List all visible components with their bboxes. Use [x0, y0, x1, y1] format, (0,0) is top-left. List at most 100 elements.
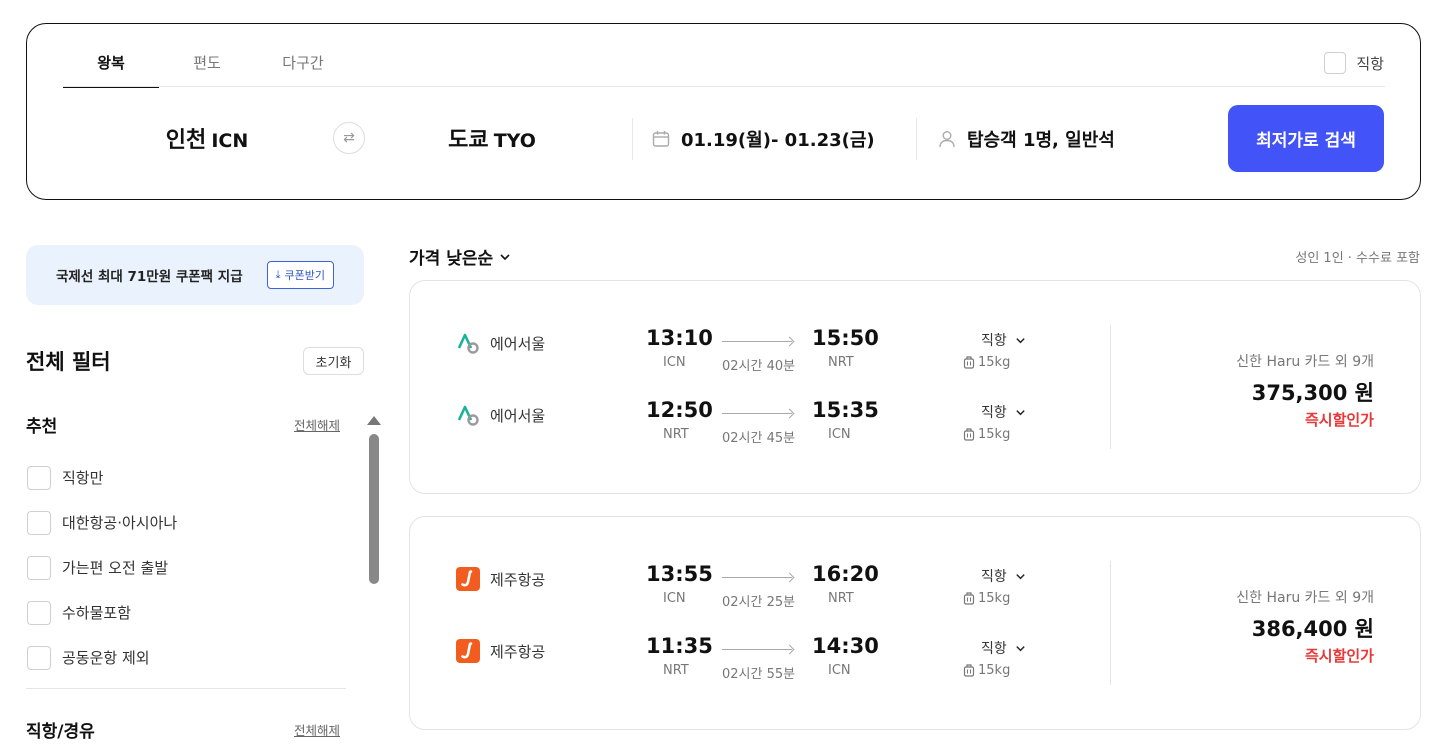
jejuair-logo-icon: [456, 567, 480, 591]
airseoul-logo-icon: [457, 405, 479, 426]
airline-name: 에어서울: [490, 406, 546, 425]
filter-label: 공동운항 제외: [62, 649, 150, 667]
section-title-stops: 직항/경유: [26, 722, 95, 742]
flight-duration: 02시간 55분: [722, 667, 796, 682]
origin-code: ICN: [211, 130, 249, 152]
arrival-airport: ICN: [828, 427, 851, 442]
arrival-airport: ICN: [828, 663, 851, 678]
tabs-divider: [63, 86, 1385, 87]
chevron-down-icon: [1016, 337, 1025, 343]
outbound-leg: 제주항공 13:55 ICN 02시간 25분 16:20 NRT 직항 15k…: [410, 562, 1110, 617]
section-title-recommended: 추천: [26, 417, 58, 437]
return-leg: 에어서울 12:50 NRT 02시간 45분 15:35 ICN 직항 15k…: [410, 398, 1110, 453]
sort-dropdown[interactable]: 가격 낮은순: [409, 244, 511, 269]
chevron-down-icon: [500, 253, 510, 260]
filter-checkbox[interactable]: [27, 465, 51, 490]
baggage-allowance: 15kg: [978, 355, 1011, 370]
divider: [916, 118, 917, 160]
date-range: 01.19(월)- 01.23(금): [681, 130, 875, 151]
filter-label: 직항만: [62, 469, 104, 487]
airline-info: 제주항공: [456, 639, 545, 663]
flight-card[interactable]: 제주항공 13:55 ICN 02시간 25분 16:20 NRT 직항 15k…: [409, 516, 1421, 730]
filter-checkbox[interactable]: [27, 555, 51, 580]
sidebar-scrollbar-thumb[interactable]: [369, 434, 379, 584]
flight-arrow-icon: [722, 413, 792, 414]
swap-route-button[interactable]: ⇄: [333, 122, 365, 154]
coupon-button-label: 쿠폰받기: [284, 269, 325, 282]
coupon-text: 국제선 최대 71만원 쿠폰팩 지급: [56, 269, 243, 285]
destination-field[interactable]: 도쿄 TYO: [412, 122, 572, 154]
filter-checkbox[interactable]: [27, 510, 51, 535]
baggage-allowance: 15kg: [978, 663, 1011, 678]
filter-baggage-included[interactable]: 수하물포함: [27, 590, 177, 635]
flight-arrow-icon: [722, 577, 792, 578]
card-divider: [1110, 325, 1111, 449]
direct-flight-toggle[interactable]: 직항: [981, 402, 1026, 422]
card-promo: 신한 Haru 카드 외 9개: [1236, 354, 1374, 370]
chevron-down-icon: [1016, 409, 1025, 415]
search-button[interactable]: 최저가로 검색: [1228, 105, 1384, 172]
departure-time: 13:55: [646, 562, 713, 586]
filter-morning-departure[interactable]: 가는편 오전 출발: [27, 545, 177, 590]
departure-time: 12:50: [646, 398, 713, 422]
date-field[interactable]: 01.19(월)- 01.23(금): [651, 126, 875, 152]
search-panel: 왕복 편도 다구간 직항 인천 ICN ⇄ 도쿄 TYO 01.19(월)- 0…: [26, 23, 1421, 200]
flight-arrow-icon: [722, 649, 792, 650]
baggage-allowance: 15kg: [978, 591, 1011, 606]
flight-duration: 02시간 45분: [722, 431, 796, 446]
filter-label: 수하물포함: [62, 604, 132, 622]
luggage-icon: [963, 428, 975, 441]
arrival-airport: NRT: [828, 355, 854, 370]
discount-label: 즉시할인가: [1304, 411, 1374, 429]
clear-stops-link[interactable]: 전체해제: [294, 720, 340, 739]
clear-recommended-link[interactable]: 전체해제: [294, 415, 340, 434]
jejuair-logo-icon: [456, 639, 480, 663]
baggage-info: 15kg: [963, 663, 1010, 678]
filter-checkbox[interactable]: [27, 600, 51, 625]
recommended-filter-list: 직항만 대한항공·아시아나 가는편 오전 출발 수하물포함 공동운항 제외: [27, 455, 177, 680]
flight-card[interactable]: 에어서울 13:10 ICN 02시간 40분 15:50 NRT 직항 15k…: [409, 280, 1421, 494]
arrival-time: 15:50: [812, 326, 879, 350]
baggage-info: 15kg: [963, 427, 1010, 442]
baggage-allowance: 15kg: [978, 427, 1011, 442]
tab-round-trip[interactable]: 왕복: [63, 48, 159, 88]
departure-airport: ICN: [663, 355, 686, 370]
direct-flight-label: 직항: [981, 333, 1007, 349]
passenger-field[interactable]: 탑승객 1명, 일반석: [937, 126, 1115, 152]
swap-arrows-icon: ⇄: [343, 130, 355, 146]
scroll-up-arrow[interactable]: [367, 416, 381, 425]
flight-duration: 02시간 40분: [722, 359, 796, 374]
airseoul-logo-icon: [457, 333, 479, 354]
filter-direct-only[interactable]: 직항만: [27, 455, 177, 500]
person-icon: [939, 131, 955, 148]
sidebar-separator: [26, 688, 346, 689]
direct-checkbox[interactable]: [1324, 52, 1347, 74]
dest-code: TYO: [493, 130, 536, 152]
airline-name: 에어서울: [490, 334, 546, 353]
filter-checkbox[interactable]: [27, 645, 51, 670]
tab-one-way[interactable]: 편도: [159, 48, 255, 88]
direct-only-toggle[interactable]: 직항: [1324, 52, 1384, 74]
calendar-icon: [652, 131, 670, 147]
airline-name: 제주항공: [490, 642, 546, 661]
airline-info: 에어서울: [456, 331, 545, 355]
trip-type-tabs: 왕복 편도 다구간: [63, 48, 351, 88]
coupon-download-button[interactable]: ⤓ 쿠폰받기: [266, 261, 334, 289]
reset-filter-button[interactable]: 초기화: [303, 347, 364, 375]
departure-time: 11:35: [646, 634, 713, 658]
direct-flight-toggle[interactable]: 직항: [981, 638, 1026, 658]
filter-title: 전체 필터: [26, 350, 111, 374]
flight-duration: 02시간 25분: [722, 595, 796, 610]
baggage-info: 15kg: [963, 591, 1010, 606]
origin-field[interactable]: 인천 ICN: [127, 122, 287, 154]
direct-flight-toggle[interactable]: 직항: [981, 566, 1026, 586]
tab-multi-city[interactable]: 다구간: [255, 48, 351, 88]
luggage-icon: [963, 664, 975, 677]
arrival-time: 15:35: [812, 398, 879, 422]
filter-exclude-codeshare[interactable]: 공동운항 제외: [27, 635, 177, 680]
direct-flight-toggle[interactable]: 직항: [981, 330, 1026, 350]
price-note: 성인 1인 · 수수료 포함: [1295, 251, 1420, 266]
departure-airport: NRT: [663, 663, 689, 678]
passenger-summary: 탑승객 1명, 일반석: [967, 130, 1115, 151]
filter-korean-asiana[interactable]: 대한항공·아시아나: [27, 500, 177, 545]
